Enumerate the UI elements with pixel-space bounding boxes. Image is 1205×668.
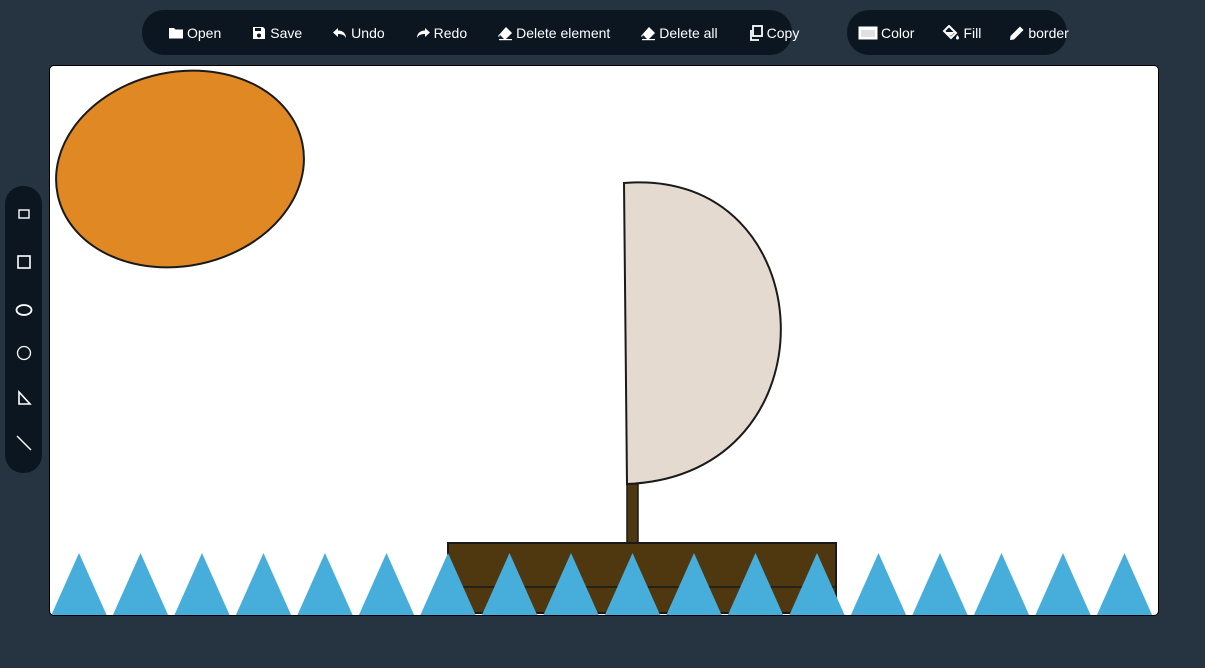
wave-triangle (174, 553, 230, 615)
pencil-icon (1009, 25, 1025, 41)
triangle-tool-button[interactable] (5, 383, 42, 413)
undo-button[interactable]: Undo (332, 24, 385, 41)
wave-triangle (51, 553, 107, 615)
color-label: Color (881, 24, 915, 41)
rectangle-tool-button[interactable] (5, 199, 42, 229)
paint-bucket-icon (942, 24, 960, 41)
mast[interactable] (626, 483, 639, 544)
sail-shape[interactable] (622, 181, 782, 486)
save-label: Save (270, 24, 303, 41)
canvas-drawing (50, 66, 1153, 615)
ellipse-icon (15, 304, 32, 316)
border-label: border (1028, 24, 1069, 41)
rectangle-icon (17, 209, 30, 219)
open-label: Open (187, 24, 222, 41)
drawing-canvas[interactable] (49, 65, 1159, 616)
ellipse-tool-button[interactable] (5, 295, 42, 325)
line-icon (16, 435, 31, 451)
redo-button[interactable]: Redo (415, 25, 467, 41)
color-swatch-icon (858, 25, 878, 41)
undo-label: Undo (351, 24, 385, 41)
wave-triangle (973, 553, 1030, 615)
fill-button[interactable]: Fill (942, 24, 982, 41)
delete-all-button[interactable]: Delete all (640, 24, 718, 41)
copy-button[interactable]: Copy (748, 24, 800, 41)
circle-icon (16, 345, 31, 361)
redo-icon (415, 25, 431, 41)
wave-triangle (297, 553, 353, 615)
save-button[interactable]: Save (251, 25, 302, 41)
redo-label: Redo (433, 24, 468, 41)
circle-tool-button[interactable] (5, 338, 42, 368)
wave-triangle (112, 553, 169, 615)
delete-all-label: Delete all (659, 24, 718, 41)
eraser-icon (497, 25, 513, 41)
sun-ellipse[interactable] (50, 66, 322, 290)
copy-icon (748, 24, 764, 41)
line-tool-button[interactable] (5, 428, 42, 458)
right-triangle-icon (17, 390, 32, 405)
wave-triangle (1096, 553, 1153, 615)
undo-icon (332, 25, 348, 41)
folder-icon (168, 25, 184, 41)
wave-triangle (358, 553, 415, 615)
wave-triangle (912, 553, 968, 615)
shape-tool-sidebar (5, 186, 42, 473)
square-tool-button[interactable] (5, 247, 42, 277)
floppy-disk-icon (251, 25, 267, 41)
wave-triangle (235, 553, 292, 615)
wave-triangle (850, 553, 907, 615)
color-button[interactable]: Color (858, 25, 914, 41)
open-button[interactable]: Open (168, 25, 221, 41)
style-toolbar: Color Fill border (847, 10, 1069, 55)
border-button[interactable]: border (1009, 24, 1069, 41)
delete-element-label: Delete element (516, 24, 611, 41)
copy-label: Copy (766, 24, 800, 41)
fill-label: Fill (963, 24, 982, 41)
eraser-icon (640, 25, 656, 41)
delete-element-button[interactable]: Delete element (497, 25, 610, 41)
wave-triangle (1035, 553, 1091, 615)
main-toolbar: Open Save Undo Redo Delete element Delet… (142, 10, 799, 55)
square-icon (16, 255, 31, 269)
